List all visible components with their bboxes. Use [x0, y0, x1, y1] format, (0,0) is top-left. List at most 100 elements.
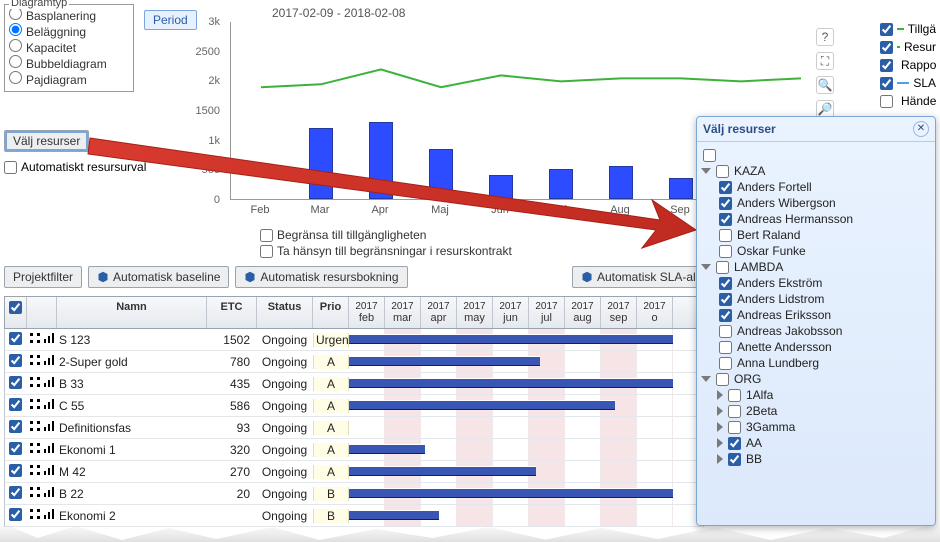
tree-item[interactable]: Anders Wibergson: [717, 195, 931, 211]
chart-icon: [43, 442, 55, 454]
dialog-header[interactable]: Välj resurser ✕: [697, 117, 935, 142]
chevron-right-icon[interactable]: [717, 390, 723, 400]
auto-resource-selection-input[interactable]: [4, 161, 17, 174]
header-month[interactable]: 2017jun: [493, 297, 529, 328]
tree-item[interactable]: 3Gamma: [717, 419, 931, 435]
table-row[interactable]: C 55 586 Ongoing A: [4, 395, 704, 417]
tree-item[interactable]: Andreas Hermansson: [717, 211, 931, 227]
legend-item[interactable]: Tillgä: [880, 22, 936, 36]
tree-item[interactable]: Anette Andersson: [717, 339, 931, 355]
table-row[interactable]: B 22 20 Ongoing B: [4, 483, 704, 505]
legend-item[interactable]: SLA: [880, 76, 936, 90]
tree-item[interactable]: Anders Lidstrom: [717, 291, 931, 307]
diagram-type-option[interactable]: Beläggning: [9, 23, 129, 39]
row-name: B 33: [57, 377, 207, 391]
chevron-down-icon[interactable]: [701, 168, 711, 174]
tree-group[interactable]: KAZA: [701, 163, 931, 179]
chevron-right-icon[interactable]: [717, 454, 723, 464]
row-etc: 20: [207, 487, 257, 501]
row-status: Ongoing: [257, 509, 313, 523]
y-tick: 2k: [208, 75, 220, 87]
header-month[interactable]: 2017apr: [421, 297, 457, 328]
period-button[interactable]: Period: [144, 10, 197, 30]
row-status: Ongoing: [257, 465, 313, 479]
auto-baseline-button[interactable]: Automatisk baseline: [88, 266, 229, 288]
table-row[interactable]: B 33 435 Ongoing A: [4, 373, 704, 395]
row-name: Definitionsfas: [57, 421, 207, 435]
x-label: Aug: [610, 204, 630, 216]
select-resources-button[interactable]: Välj resurser: [4, 130, 89, 152]
row-gantt: [349, 351, 703, 372]
row-name: 2-Super gold: [57, 355, 207, 369]
diagram-type-option[interactable]: Basplanering: [9, 7, 129, 23]
row-prio: A: [313, 355, 349, 369]
chevron-right-icon[interactable]: [717, 422, 723, 432]
row-prio: B: [313, 509, 349, 523]
chevron-right-icon[interactable]: [717, 438, 723, 448]
expand-icon[interactable]: ⛶: [816, 52, 834, 70]
header-etc[interactable]: ETC: [207, 297, 257, 328]
tree-group[interactable]: ORG: [701, 371, 931, 387]
table-header-row: Namn ETC Status Prio 2017feb2017mar2017a…: [4, 296, 704, 329]
close-icon[interactable]: ✕: [913, 121, 929, 137]
tree-root[interactable]: [701, 148, 931, 163]
header-month[interactable]: 2017feb: [349, 297, 385, 328]
table-row[interactable]: 2-Super gold 780 Ongoing A: [4, 351, 704, 373]
table-row[interactable]: Ekonomi 1 320 Ongoing A: [4, 439, 704, 461]
tree-item[interactable]: Anna Lundberg: [717, 355, 931, 371]
table-row[interactable]: Definitionsfas 93 Ongoing A: [4, 417, 704, 439]
limit-availability-checkbox[interactable]: Begränsa till tillgängligheten: [260, 228, 512, 242]
tree-item[interactable]: Oskar Funke: [717, 243, 931, 259]
project-filter-button[interactable]: Projektfilter: [4, 266, 82, 288]
auto-resource-selection-checkbox[interactable]: Automatiskt resursurval: [4, 160, 146, 174]
tree-item[interactable]: Andreas Jakobsson: [717, 323, 931, 339]
zoom-in-icon[interactable]: 🔍: [816, 76, 834, 94]
legend-item[interactable]: Rappo: [880, 58, 936, 72]
row-etc: 320: [207, 443, 257, 457]
diagram-type-option[interactable]: Bubbeldiagram: [9, 55, 129, 71]
header-month[interactable]: 2017aug: [565, 297, 601, 328]
tree-item[interactable]: 1Alfa: [717, 387, 931, 403]
chevron-right-icon[interactable]: [717, 406, 723, 416]
tree-item[interactable]: Anders Fortell: [717, 179, 931, 195]
y-tick: 0: [214, 194, 220, 206]
header-month[interactable]: 2017sep: [601, 297, 637, 328]
table-row[interactable]: S 123 1502 Ongoing Urgent: [4, 329, 704, 351]
header-month[interactable]: 2017mar: [385, 297, 421, 328]
grip-icon: [29, 332, 41, 344]
table-row[interactable]: Ekonomi 2 Ongoing B: [4, 505, 704, 527]
tree-item[interactable]: Anders Ekström: [717, 275, 931, 291]
tree-item[interactable]: AA: [717, 435, 931, 451]
header-prio[interactable]: Prio: [313, 297, 349, 328]
tree-item[interactable]: 2Beta: [717, 403, 931, 419]
chart-icon: [43, 354, 55, 366]
diagram-type-option[interactable]: Kapacitet: [9, 39, 129, 55]
chevron-down-icon[interactable]: [701, 264, 711, 270]
chevron-down-icon[interactable]: [701, 376, 711, 382]
chart-options: Begränsa till tillgängligheten Ta hänsyn…: [260, 228, 512, 258]
help-icon[interactable]: ?: [816, 28, 834, 46]
cube-icon: [581, 271, 593, 283]
gantt-bar: [349, 400, 615, 410]
tree-item[interactable]: Bert Raland: [717, 227, 931, 243]
header-status[interactable]: Status: [257, 297, 313, 328]
grip-icon: [29, 420, 41, 432]
header-month[interactable]: 2017jul: [529, 297, 565, 328]
legend-item[interactable]: Resur: [880, 40, 936, 54]
legend-item[interactable]: Hände: [880, 94, 936, 108]
tree-item[interactable]: Andreas Eriksson: [717, 307, 931, 323]
auto-booking-button[interactable]: Automatisk resursbokning: [235, 266, 407, 288]
diagram-type-option[interactable]: Pajdiagram: [9, 71, 129, 87]
tree-item[interactable]: BB: [717, 451, 931, 467]
header-select-all[interactable]: [5, 297, 27, 328]
table-row[interactable]: M 42 270 Ongoing A: [4, 461, 704, 483]
header-month[interactable]: 2017o: [637, 297, 673, 328]
row-gantt: [349, 395, 703, 416]
header-month[interactable]: 2017may: [457, 297, 493, 328]
header-name[interactable]: Namn: [57, 297, 207, 328]
tree-group[interactable]: LAMBDA: [701, 259, 931, 275]
consider-constraints-checkbox[interactable]: Ta hänsyn till begränsningar i resurskon…: [260, 244, 512, 258]
cube-icon: [244, 271, 256, 283]
auto-sla-button[interactable]: Automatisk SLA-all: [572, 266, 707, 288]
row-etc: 93: [207, 421, 257, 435]
